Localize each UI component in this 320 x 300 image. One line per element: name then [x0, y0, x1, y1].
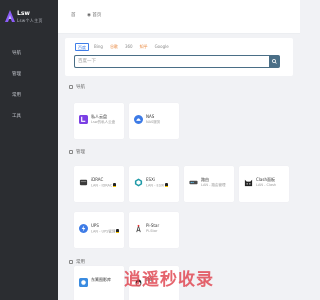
- nas-icon: [134, 115, 143, 124]
- sidebar-item-nav[interactable]: 导航: [0, 42, 58, 63]
- topbar: 首 ◉ 首页: [58, 0, 300, 34]
- card-subtitle: Pi-Star: [146, 229, 158, 233]
- linux-icon: [165, 183, 169, 187]
- sidebar-nav: 导航 管理 常用 工具: [0, 42, 58, 126]
- sidebar: Lsw Lsw个人主页 导航 管理 常用 工具: [0, 0, 58, 300]
- section-icon: [69, 150, 73, 154]
- logo-icon: [5, 10, 15, 22]
- card-esxi[interactable]: ESXi LAN - ESXi: [129, 166, 179, 202]
- card-subtitle: LAN - UPS管理: [91, 229, 120, 235]
- engine-tab-google[interactable]: Google: [153, 43, 171, 51]
- card-title: ESXi: [146, 177, 155, 182]
- card-subtitle: LAN - ESXi: [146, 183, 169, 188]
- photo-library-icon: [79, 278, 88, 287]
- section-nav-title: 导航: [76, 85, 85, 90]
- linux-icon: [113, 183, 117, 187]
- sidebar-item-common[interactable]: 常用: [0, 84, 58, 105]
- card-subtitle: LAN - iDRAC: [91, 183, 117, 188]
- card-title: NAS: [146, 114, 155, 119]
- section-manage: 管理: [69, 149, 85, 155]
- server-icon: [79, 179, 88, 186]
- router-icon: [189, 180, 198, 185]
- card-router[interactable]: 路由 LAN - 路由管理: [184, 166, 234, 202]
- card-idrac[interactable]: iDRAC LAN - iDRAC: [74, 166, 124, 202]
- logo-title: Lsw: [17, 10, 30, 17]
- topbar-home[interactable]: 首: [71, 12, 76, 18]
- card-title: 东篱图影库: [91, 277, 111, 282]
- logo-subtitle: Lsw个人主页: [17, 18, 43, 23]
- section-manage-title: 管理: [76, 150, 85, 155]
- clash-cat-icon: [244, 179, 253, 187]
- search-button[interactable]: [269, 55, 280, 68]
- engine-tab-baidu[interactable]: 百度: [75, 43, 89, 51]
- card-title: Pi-Star: [146, 223, 160, 228]
- card-nas[interactable]: NAS NAS服务: [129, 103, 179, 139]
- radio-tower-icon: [136, 224, 141, 233]
- search-engine-tabs: 百度 Bing 谷歌 360 知乎 Google: [75, 43, 171, 51]
- section-common: 常用: [69, 259, 85, 265]
- linux-icon: [116, 229, 120, 233]
- card-title: UPS: [91, 223, 99, 228]
- section-common-title: 常用: [76, 260, 85, 265]
- card-pistar[interactable]: Pi-Star Pi-Star: [129, 212, 179, 248]
- main-content: 首 ◉ 首页 百度 Bing 谷歌 360 知乎 Google 百度一下 导航 …: [58, 0, 300, 300]
- section-icon: [69, 260, 73, 264]
- search-card: 百度 Bing 谷歌 360 知乎 Google 百度一下: [65, 38, 293, 76]
- card-subtitle: Lsw的私人云盘: [91, 120, 116, 124]
- esxi-icon: [134, 178, 143, 187]
- section-icon: [69, 85, 73, 89]
- card-ups[interactable]: UPS LAN - UPS管理: [74, 212, 124, 248]
- search-input[interactable]: 百度一下: [74, 55, 270, 68]
- search-icon: [272, 59, 277, 64]
- engine-tab-google-cn[interactable]: 谷歌: [108, 43, 120, 51]
- card-photo-library[interactable]: 东篱图影库: [74, 266, 124, 300]
- card-home-cloud[interactable]: 私人云盘 Lsw的私人云盘: [74, 103, 124, 139]
- section-nav: 导航: [69, 84, 85, 90]
- watermark-text: 逍遥秒收录: [124, 270, 214, 290]
- card-clash[interactable]: Clash面板 LAN - Clash: [239, 166, 289, 202]
- sidebar-item-manage[interactable]: 管理: [0, 63, 58, 84]
- logo[interactable]: Lsw Lsw个人主页: [5, 10, 53, 28]
- topbar-link[interactable]: ◉ 首页: [87, 12, 101, 18]
- engine-tab-bing[interactable]: Bing: [92, 43, 105, 51]
- engine-tab-zhihu[interactable]: 知乎: [138, 43, 150, 51]
- engine-tab-360[interactable]: 360: [123, 43, 135, 51]
- card-title: iDRAC: [91, 177, 104, 182]
- card-subtitle: LAN - 路由管理: [201, 183, 226, 187]
- power-icon: [79, 224, 88, 233]
- card-subtitle: NAS服务: [146, 120, 161, 124]
- cloud-drive-icon: [79, 115, 88, 124]
- card-subtitle: LAN - Clash: [256, 183, 277, 187]
- sidebar-item-tools[interactable]: 工具: [0, 105, 58, 126]
